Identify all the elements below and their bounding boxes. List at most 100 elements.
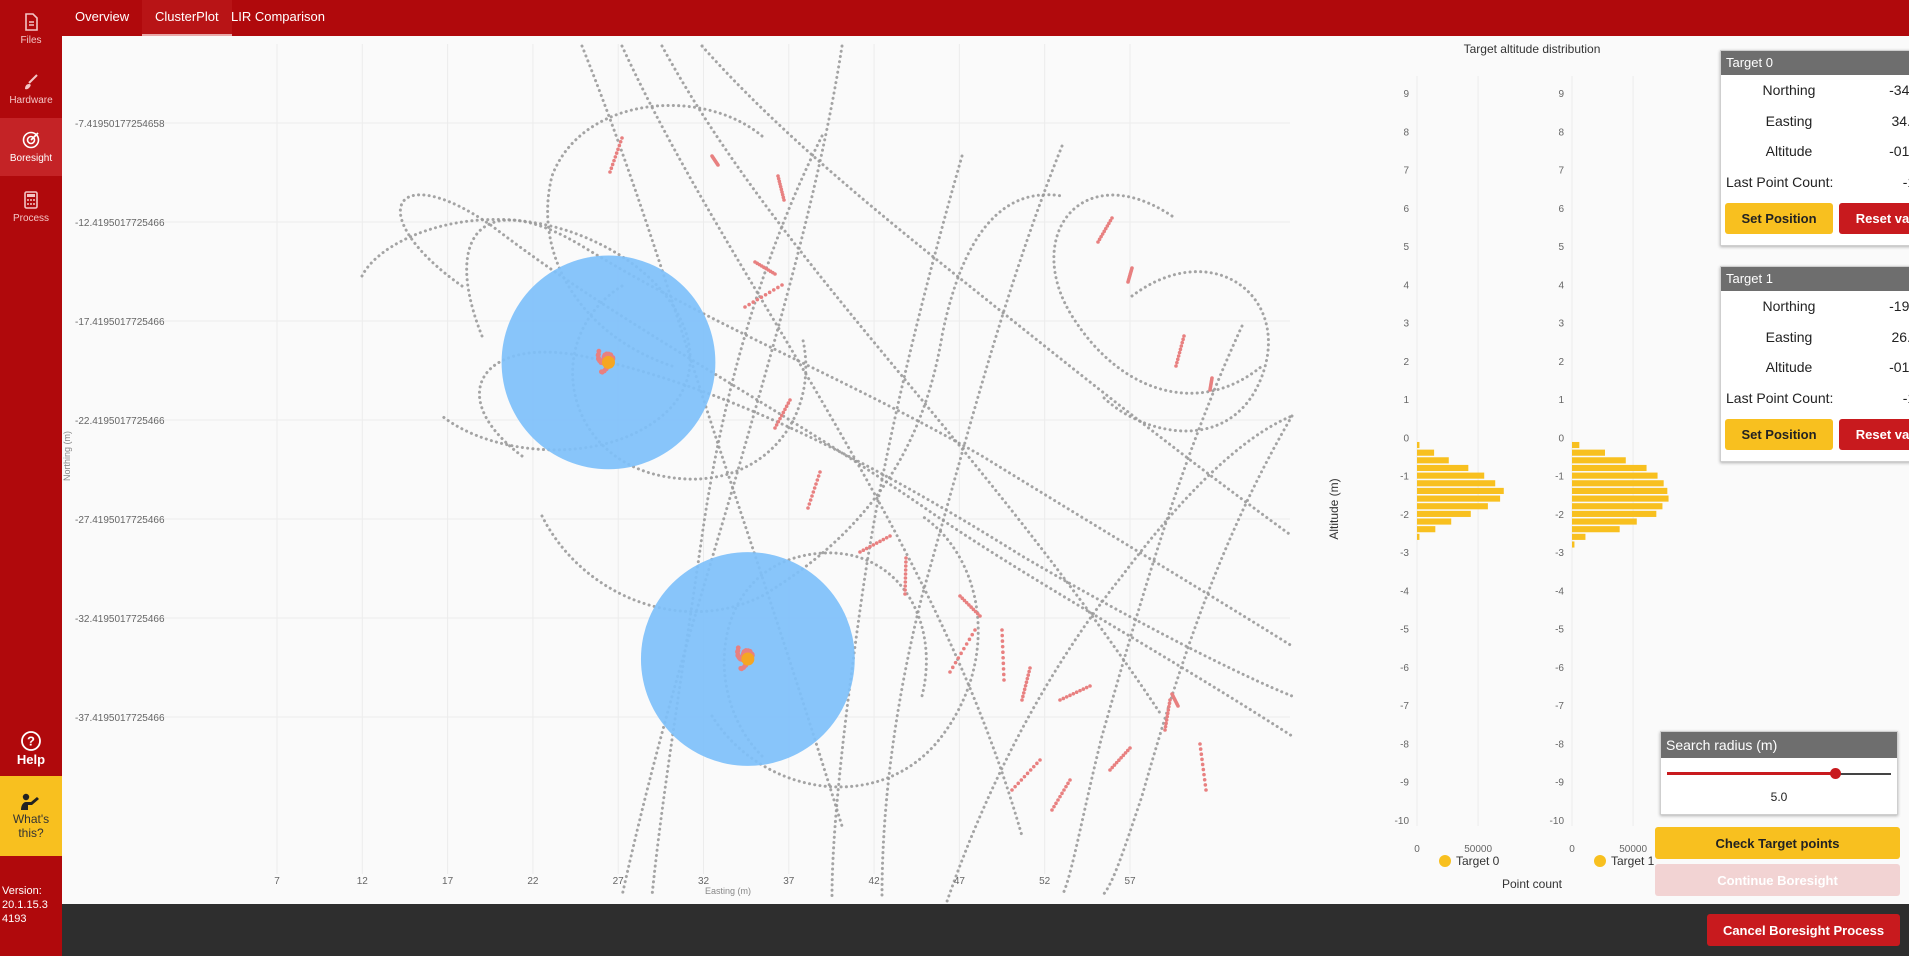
cluster-point	[1022, 774, 1027, 779]
cluster-point	[1081, 687, 1086, 691]
histogram-y-tick: 6	[1558, 204, 1564, 215]
histogram-y-tick: -3	[1400, 548, 1409, 559]
reset-values-button[interactable]: Reset values	[1839, 203, 1909, 234]
search-radius-slider[interactable]: 5.0	[1661, 758, 1897, 814]
cancel-boresight-button[interactable]: Cancel Boresight Process	[1707, 914, 1900, 946]
cluster-point	[614, 151, 619, 155]
sidebar-item-hardware[interactable]: Hardware	[0, 60, 62, 118]
cluster-point	[1202, 772, 1206, 777]
histogram-x-tick: 0	[1569, 844, 1575, 855]
histogram-bar	[1417, 487, 1504, 494]
cluster-point	[1178, 347, 1183, 352]
set-position-button[interactable]: Set Position	[1725, 419, 1833, 450]
cluster-point	[788, 398, 792, 402]
cluster-point	[807, 502, 812, 506]
target-1-title: Target 1	[1721, 267, 1909, 291]
easting-label: Easting	[1765, 112, 1813, 129]
cluster-point	[1060, 791, 1064, 796]
cluster-plot[interactable]: 7 12 17 22 27 32 37 42 47 52 57-7.41950177254658-1…	[62, 36, 1302, 904]
sidebar-item-files[interactable]: Files	[0, 0, 62, 58]
reset-values-button[interactable]: Reset values	[1839, 419, 1909, 450]
question-circle-icon: ?	[21, 730, 41, 751]
cluster-point	[1084, 685, 1089, 690]
cluster-point	[1010, 788, 1014, 792]
cluster-point	[810, 494, 814, 498]
cluster-point	[759, 295, 764, 300]
whats-this-button[interactable]: What's this?	[0, 776, 62, 856]
cluster-point	[815, 478, 820, 482]
set-position-button[interactable]: Set Position	[1725, 203, 1833, 234]
histogram-y-tick: -8	[1555, 739, 1564, 750]
sidebar-item-boresight[interactable]: Boresight	[0, 118, 62, 176]
target-0-title: Target 0	[1721, 51, 1909, 75]
cluster-point	[904, 556, 908, 560]
cluster-point	[1108, 768, 1112, 772]
version-value: 20.1.15.3	[2, 899, 48, 911]
cluster-point	[1204, 788, 1208, 792]
cluster-point	[616, 147, 620, 152]
tab-lir-comparison[interactable]: LIR Comparison	[218, 0, 338, 36]
cluster-point	[1013, 784, 1017, 789]
cluster-point	[1177, 350, 1182, 355]
y-tick-label: -17.4195017725466	[75, 317, 165, 328]
cluster-point	[858, 550, 862, 554]
slider-handle[interactable]	[1829, 768, 1841, 779]
histogram-y-tick: -2	[1400, 510, 1409, 521]
histogram-bar	[1572, 480, 1664, 487]
cluster-point	[755, 297, 760, 302]
y-tick-label: -27.4195017725466	[75, 515, 165, 526]
target-1-panel: Target 1 Northing -19.51 Easting 26.43 Alt…	[1720, 266, 1909, 462]
cluster-point	[868, 544, 872, 549]
histogram-bar	[1417, 449, 1435, 456]
cluster-point	[1166, 708, 1171, 712]
cluster-point	[1164, 718, 1169, 722]
x-tick-label: 27	[613, 876, 625, 887]
sidebar: Files Hardware Boresight Process ? Help …	[0, 0, 62, 956]
cluster-point	[1096, 240, 1100, 244]
cluster-point	[811, 490, 816, 494]
easting-label: Easting	[1765, 328, 1813, 345]
tab-overview[interactable]: Overview	[62, 0, 142, 36]
cluster-point	[903, 564, 908, 568]
target-center-marker	[601, 355, 615, 369]
calculator-icon	[24, 191, 38, 209]
legend-label-target-0: Target 0	[1456, 854, 1500, 868]
histogram-y-tick: 1	[1558, 395, 1564, 406]
cluster-point	[1064, 695, 1069, 699]
histogram-bar	[1417, 472, 1485, 479]
last-point-count-value: -1	[1902, 173, 1909, 190]
cluster-point	[1062, 788, 1066, 792]
cluster-point	[613, 155, 618, 159]
help-button[interactable]: ? Help	[0, 722, 62, 774]
cluster-point	[1016, 781, 1021, 786]
cluster-point	[1031, 764, 1036, 769]
northing-value: -19.51	[1889, 298, 1909, 314]
cluster-point	[1061, 696, 1066, 701]
cluster-point	[773, 426, 777, 430]
cluster-point	[1201, 767, 1206, 772]
sidebar-item-process[interactable]: Process	[0, 178, 62, 236]
cluster-point	[1021, 691, 1026, 695]
northing-label: Northing	[1762, 82, 1816, 98]
continue-boresight-button[interactable]: Continue Boresight	[1655, 864, 1900, 896]
check-target-points-button[interactable]: Check Target points	[1655, 827, 1900, 859]
cluster-point	[1078, 688, 1082, 693]
cluster-point	[903, 588, 907, 592]
cluster-point	[773, 272, 777, 276]
cluster-point	[1181, 337, 1185, 342]
cluster-point	[1025, 676, 1030, 681]
cluster-point	[1175, 360, 1179, 365]
cluster-point	[970, 632, 975, 637]
cluster-point	[950, 665, 955, 670]
help-label: Help	[16, 751, 46, 767]
histogram-y-tick: 2	[1403, 357, 1409, 368]
cluster-point	[1023, 683, 1028, 688]
x-axis-label: Easting (m)	[705, 886, 751, 896]
northing-value: -34.49	[1889, 82, 1909, 98]
last-point-count-label: Last Point Count:	[1726, 173, 1834, 190]
main-area: 7 12 17 22 27 32 37 42 47 52 57 -7.41950177254658 -1…	[62, 36, 1909, 904]
cluster-point	[738, 665, 744, 671]
cluster-point	[903, 568, 908, 572]
cluster-point	[1001, 655, 1005, 660]
histogram-y-tick: -5	[1400, 625, 1409, 636]
